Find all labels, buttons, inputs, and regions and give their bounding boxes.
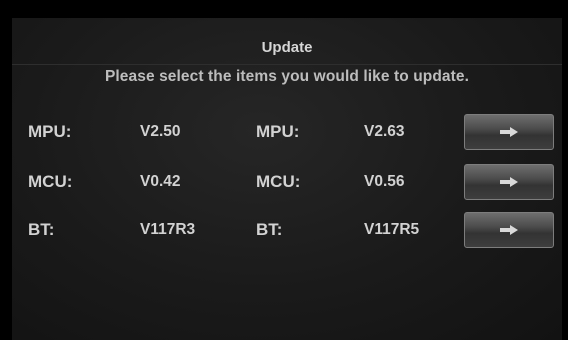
update-row-mcu: MCU: V0.42 MCU: V0.56	[12, 162, 562, 202]
update-bt-button[interactable]	[464, 212, 554, 248]
page-title: Update	[261, 38, 313, 56]
current-label-mpu: MPU:	[28, 122, 72, 141]
arrow-right-icon	[500, 177, 518, 187]
arrow-right-icon	[500, 127, 518, 137]
current-label-bt: BT:	[28, 220, 55, 239]
title-bar: Update	[12, 30, 562, 65]
update-mcu-button[interactable]	[464, 164, 554, 200]
new-label-mpu: MPU:	[256, 122, 300, 141]
update-screen: Update Please select the items you would…	[12, 18, 562, 340]
new-version-mpu: V2.63	[364, 123, 405, 140]
update-row-mpu: MPU: V2.50 MPU: V2.63	[12, 112, 562, 152]
update-row-bt: BT: V117R3 BT: V117R5	[12, 210, 562, 250]
new-version-bt: V117R5	[364, 221, 420, 238]
current-version-mcu: V0.42	[140, 173, 181, 190]
current-version-mpu: V2.50	[140, 123, 181, 140]
new-version-mcu: V0.56	[364, 173, 405, 190]
arrow-right-icon	[500, 225, 518, 235]
current-label-mcu: MCU:	[28, 172, 73, 191]
update-mpu-button[interactable]	[464, 114, 554, 150]
new-label-mcu: MCU:	[256, 172, 301, 191]
current-version-bt: V117R3	[140, 221, 196, 238]
instruction-text: Please select the items you would like t…	[104, 68, 470, 85]
new-label-bt: BT:	[256, 220, 283, 239]
